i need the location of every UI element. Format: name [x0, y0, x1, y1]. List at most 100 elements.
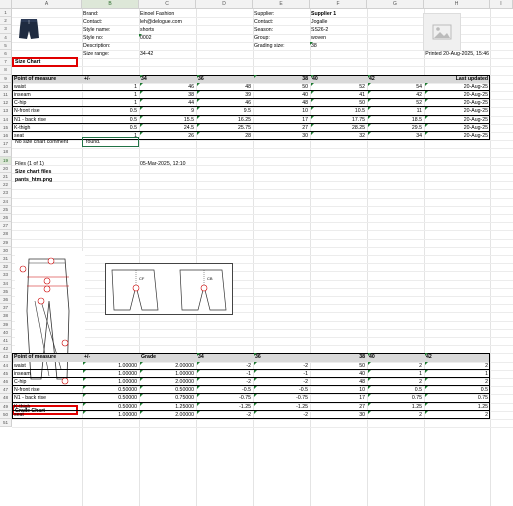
measure-value-cell[interactable]: 34 [368, 132, 423, 140]
measure-value-cell[interactable]: 44 [140, 99, 195, 107]
point-of-measure-cell[interactable]: waist [13, 362, 81, 370]
measure-value-cell[interactable]: 2 [425, 378, 489, 386]
measure-value-cell[interactable]: 0.5 [83, 124, 138, 132]
row-header[interactable]: 25 [0, 205, 12, 214]
row-header[interactable]: 43 [0, 353, 12, 362]
measure-value-cell[interactable]: 20-Aug-25 [425, 99, 489, 107]
measure-value-cell[interactable]: 1.00000 [140, 370, 195, 378]
measure-value-cell[interactable]: 1.25 [368, 403, 423, 411]
measure-value-cell[interactable]: 26 [140, 132, 195, 140]
row-header[interactable]: 34 [0, 279, 12, 288]
measure-value-cell[interactable]: 17.75 [311, 116, 366, 124]
measure-value-cell[interactable]: -2 [254, 362, 309, 370]
row-header[interactable]: 33 [0, 271, 12, 280]
brand-value[interactable]: Einoel Fashion [139, 10, 175, 18]
row-header[interactable]: 28 [0, 230, 12, 239]
row-header[interactable]: 38 [0, 312, 12, 321]
measure-value-cell[interactable]: 48 [197, 83, 252, 91]
row-header[interactable]: 11 [0, 91, 12, 100]
measure-value-cell[interactable]: 1 [83, 83, 138, 91]
measure-value-cell[interactable]: 27 [311, 403, 366, 411]
measure-value-cell[interactable]: 52 [368, 99, 423, 107]
measure-value-cell[interactable]: 2.00000 [140, 378, 195, 386]
measure-value-cell[interactable]: 30 [311, 411, 366, 419]
row-header[interactable]: 17 [0, 140, 12, 149]
measure-value-cell[interactable]: 40 [311, 370, 366, 378]
row-header[interactable]: 32 [0, 263, 12, 272]
measure-value-cell[interactable]: -0.75 [254, 394, 309, 402]
row-header[interactable]: 23 [0, 189, 12, 198]
row-header[interactable]: 19 [0, 156, 12, 165]
measure-value-cell[interactable]: 0.5 [83, 107, 138, 115]
measure-value-cell[interactable]: 17 [311, 394, 366, 402]
measure-value-cell[interactable]: 32 [311, 132, 366, 140]
measure-value-cell[interactable]: 28 [197, 132, 252, 140]
measure-value-cell[interactable]: 54 [368, 83, 423, 91]
measure-value-cell[interactable]: 10 [311, 386, 366, 394]
row-header[interactable]: 41 [0, 337, 12, 346]
point-of-measure-cell[interactable]: seat [13, 411, 81, 419]
measure-value-cell[interactable]: 52 [311, 83, 366, 91]
measure-value-cell[interactable]: 1.00000 [83, 370, 138, 378]
measure-value-cell[interactable]: 48 [311, 378, 366, 386]
column-header-d[interactable]: D [196, 0, 253, 9]
measure-value-cell[interactable]: 0.75 [368, 394, 423, 402]
measure-value-cell[interactable]: 0.50000 [83, 403, 138, 411]
measure-value-cell[interactable]: 2.00000 [140, 362, 195, 370]
measure-value-cell[interactable]: 25.75 [197, 124, 252, 132]
measure-value-cell[interactable]: -1.25 [197, 403, 252, 411]
column-header-e[interactable]: E [253, 0, 310, 9]
measure-value-cell[interactable]: -2 [197, 378, 252, 386]
measure-value-cell[interactable]: 0.5 [83, 116, 138, 124]
point-of-measure-cell[interactable]: K-thigh [13, 403, 81, 411]
measure-value-cell[interactable]: 2 [368, 362, 423, 370]
sizerange-value[interactable]: 34-42 [139, 50, 154, 58]
point-of-measure-cell[interactable]: inseam [13, 370, 81, 378]
point-of-measure-cell[interactable]: N1 - back rise [13, 394, 81, 402]
measure-value-cell[interactable]: 50 [311, 99, 366, 107]
row-header[interactable]: 16 [0, 132, 12, 141]
measure-value-cell[interactable]: -1 [254, 370, 309, 378]
supplier-contact-value[interactable]: Jogalle [310, 18, 328, 26]
row-header[interactable]: 1 [0, 9, 12, 18]
measure-value-cell[interactable]: 2.00000 [140, 411, 195, 419]
measure-value-cell[interactable]: 18.5 [368, 116, 423, 124]
measure-value-cell[interactable]: 2 [368, 378, 423, 386]
row-header[interactable]: 51 [0, 419, 12, 428]
measure-value-cell[interactable]: 20-Aug-25 [425, 107, 489, 115]
row-header[interactable]: 8 [0, 66, 12, 75]
measure-value-cell[interactable]: 9 [140, 107, 195, 115]
row-header[interactable]: 30 [0, 246, 12, 255]
measure-value-cell[interactable]: 1 [425, 370, 489, 378]
measure-value-cell[interactable]: 0.75 [425, 394, 489, 402]
measure-value-cell[interactable]: 1 [83, 91, 138, 99]
files-filename[interactable]: pants_htm.png [14, 176, 53, 184]
measure-value-cell[interactable]: -2 [197, 362, 252, 370]
measure-value-cell[interactable]: 24.5 [140, 124, 195, 132]
measure-value-cell[interactable]: 2 [425, 362, 489, 370]
measure-value-cell[interactable]: 42 [368, 91, 423, 99]
measure-value-cell[interactable]: 48 [254, 99, 309, 107]
measure-value-cell[interactable]: 28.25 [311, 124, 366, 132]
measure-value-cell[interactable]: 1.25 [425, 403, 489, 411]
point-of-measure-cell[interactable]: N-front rise [13, 107, 81, 115]
measure-value-cell[interactable]: 41 [311, 91, 366, 99]
row-header[interactable]: 47 [0, 386, 12, 395]
measure-value-cell[interactable]: -0.5 [254, 386, 309, 394]
row-header[interactable]: 20 [0, 164, 12, 173]
measure-value-cell[interactable]: 39 [197, 91, 252, 99]
row-header[interactable]: 12 [0, 99, 12, 108]
row-header[interactable]: 31 [0, 255, 12, 264]
column-header-a[interactable]: A [12, 0, 82, 9]
measure-value-cell[interactable]: 0.5 [425, 386, 489, 394]
measure-value-cell[interactable]: 2 [368, 411, 423, 419]
point-of-measure-cell[interactable]: inseam [13, 91, 81, 99]
measure-value-cell[interactable]: 20-Aug-25 [425, 83, 489, 91]
measure-value-cell[interactable]: 16.25 [197, 116, 252, 124]
row-header[interactable]: 2 [0, 17, 12, 26]
point-of-measure-cell[interactable]: waist [13, 83, 81, 91]
group-value[interactable]: woven [310, 34, 327, 42]
column-header-i[interactable]: I [490, 0, 513, 9]
row-header[interactable]: 15 [0, 123, 12, 132]
row-header[interactable]: 9 [0, 74, 12, 83]
